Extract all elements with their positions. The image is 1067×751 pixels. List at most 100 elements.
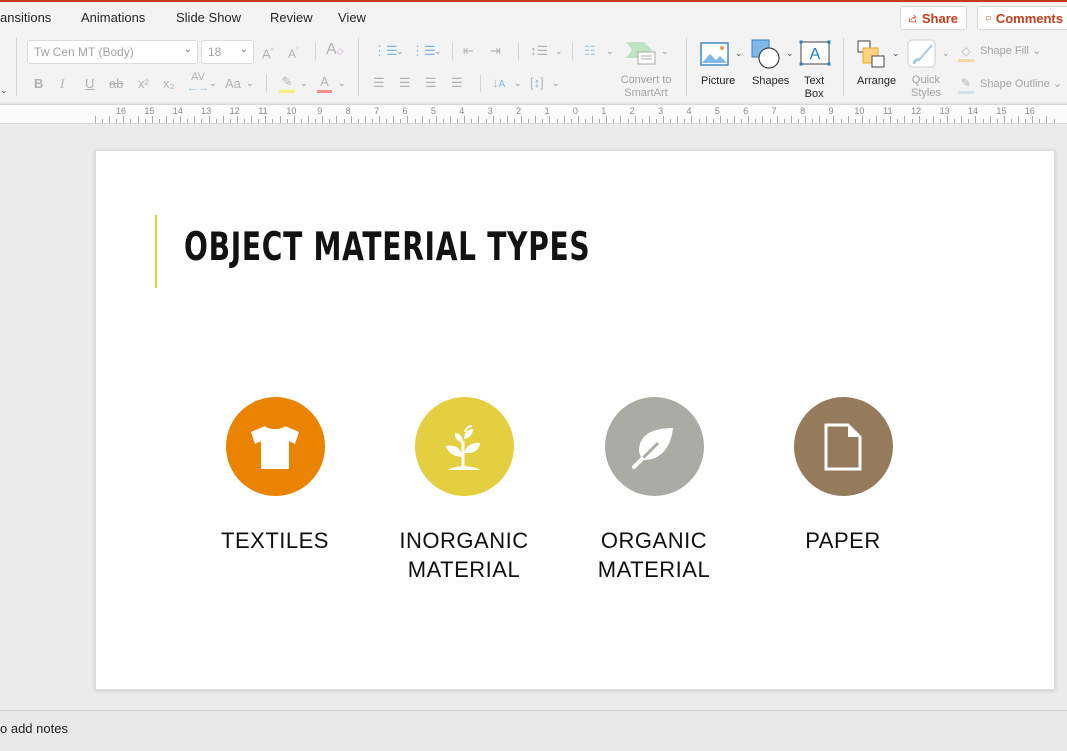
picture-icon[interactable]: [700, 42, 730, 66]
tab-slide-show[interactable]: Slide Show: [176, 10, 241, 25]
shapes-label[interactable]: Shapes: [752, 75, 789, 88]
superscript-icon[interactable]: x²: [138, 76, 149, 92]
arrange-icon[interactable]: [857, 40, 887, 68]
ruler-tick: [983, 119, 984, 123]
ruler-tick: [130, 119, 131, 123]
tab-transitions[interactable]: ansitions: [0, 10, 51, 25]
chevron-down-icon[interactable]: ⌄: [246, 78, 254, 89]
ruler-tick: [897, 119, 898, 123]
divider: [480, 74, 481, 92]
ruler-label: 12: [229, 106, 240, 116]
highlight-color-icon[interactable]: ✎: [279, 74, 295, 93]
slide[interactable]: OBJECT MATERIAL TYPES TEXTILES INORGANIC…: [95, 150, 1055, 690]
ruler-tick: [102, 119, 103, 123]
text-direction-icon[interactable]: ↓A: [492, 75, 505, 93]
ruler-label: 11: [258, 106, 268, 116]
convert-smartart-label[interactable]: Convert to SmartArt: [612, 74, 680, 100]
horizontal-ruler[interactable]: 16 15 14 13 12 11 10 9 8 7 6 5 4 3 2 1 0 1 2 3 4 5 6 7 8 9 10 11 12 1…: [0, 104, 1067, 124]
notes-pane[interactable]: o add notes: [0, 710, 1067, 751]
font-name-select[interactable]: Tw Cen MT (Body) ⌄: [27, 40, 198, 64]
ruler-tick: [230, 119, 231, 123]
ruler-tick: [1025, 119, 1026, 123]
chevron-down-icon: ⌄: [183, 44, 192, 55]
chevron-down-icon[interactable]: ⌄: [300, 78, 308, 89]
decrease-indent-icon[interactable]: ⇤: [463, 43, 474, 59]
material-item-paper[interactable]: PAPER: [753, 397, 933, 555]
chevron-down-icon[interactable]: ⌄: [606, 46, 614, 57]
ruler-tick: [223, 116, 224, 123]
slide-title[interactable]: OBJECT MATERIAL TYPES: [184, 225, 590, 270]
shape-fill-button[interactable]: Shape Fill ⌄: [980, 45, 1041, 58]
smartart-icon[interactable]: [624, 40, 658, 66]
share-button[interactable]: Share: [900, 6, 967, 30]
ruler-tick: [919, 116, 920, 123]
chevron-down-icon[interactable]: ⌄: [555, 46, 563, 57]
chevron-down-icon[interactable]: ⌄: [434, 46, 442, 57]
ruler-tick: [592, 116, 593, 123]
ruler-tick: [727, 119, 728, 123]
chevron-down-icon[interactable]: ⌄: [338, 78, 346, 89]
ruler-tick: [521, 116, 522, 123]
strikethrough-icon[interactable]: ab: [109, 76, 123, 92]
ruler-tick: [138, 116, 139, 123]
quick-styles-icon[interactable]: [907, 39, 937, 69]
shrink-font-icon[interactable]: Aˇ: [288, 44, 298, 62]
chevron-down-icon[interactable]: ⌄: [552, 78, 560, 89]
chevron-down-icon[interactable]: ⌄: [514, 78, 522, 89]
ruler-tick: [670, 119, 671, 123]
arrange-label[interactable]: Arrange: [857, 75, 896, 88]
align-text-icon[interactable]: [↕]: [530, 75, 544, 91]
tab-view[interactable]: View: [338, 10, 366, 25]
chevron-down-icon[interactable]: ⌄: [942, 48, 950, 59]
bullets-icon[interactable]: ⋮☰: [373, 43, 398, 59]
tab-review[interactable]: Review: [270, 10, 313, 25]
shape-outline-button[interactable]: Shape Outline ⌄: [980, 78, 1062, 91]
shape-fill-icon[interactable]: ◇: [958, 43, 974, 62]
picture-label[interactable]: Picture: [701, 75, 735, 88]
columns-icon[interactable]: ☷: [584, 43, 596, 59]
change-case-icon[interactable]: Aa: [225, 76, 241, 92]
clear-formatting-icon[interactable]: A◇: [326, 42, 344, 59]
chevron-down-icon[interactable]: ⌄: [209, 78, 217, 89]
underline-icon[interactable]: U: [85, 76, 94, 92]
bold-icon[interactable]: B: [34, 76, 43, 92]
chevron-down-icon[interactable]: ⌄: [661, 46, 669, 57]
align-left-icon[interactable]: ☰: [373, 75, 385, 91]
font-size-select[interactable]: 18 ⌄: [201, 40, 254, 64]
ruler-tick: [549, 116, 550, 123]
collapse-chevron-icon[interactable]: ⌄: [0, 82, 8, 98]
shape-outline-icon[interactable]: ✎: [958, 75, 974, 94]
italic-icon[interactable]: I: [60, 76, 64, 92]
ruler-tick: [961, 116, 962, 123]
ruler-tick: [294, 116, 295, 123]
numbering-icon[interactable]: ⋮☰: [411, 43, 436, 59]
material-item-organic[interactable]: ORGANIC MATERIAL: [564, 397, 744, 584]
chevron-down-icon[interactable]: ⌄: [892, 48, 900, 59]
chevron-down-icon[interactable]: ⌄: [735, 48, 743, 59]
subscript-icon[interactable]: x₂: [163, 76, 175, 92]
align-right-icon[interactable]: ☰: [425, 75, 437, 91]
increase-indent-icon[interactable]: ⇥: [490, 43, 501, 59]
quick-styles-label[interactable]: Quick Styles: [911, 74, 941, 100]
chevron-down-icon[interactable]: ⌄: [786, 48, 794, 59]
ruler-tick: [486, 119, 487, 123]
ruler-tick: [656, 119, 657, 123]
divider: [572, 42, 573, 60]
ruler-tick: [351, 116, 352, 123]
text-box-icon[interactable]: A: [799, 40, 831, 66]
material-item-inorganic[interactable]: INORGANIC MATERIAL: [374, 397, 554, 584]
shapes-icon[interactable]: [751, 39, 783, 69]
material-item-textiles[interactable]: TEXTILES: [185, 397, 365, 555]
tab-animations[interactable]: Animations: [81, 10, 145, 25]
chevron-down-icon[interactable]: ⌄: [396, 46, 404, 57]
grow-font-icon[interactable]: A^: [262, 44, 274, 62]
character-spacing-icon[interactable]: AV ←→: [187, 72, 209, 94]
comments-button[interactable]: Comments: [977, 6, 1067, 30]
align-center-icon[interactable]: ☰: [399, 75, 411, 91]
ruler-label: 1: [601, 106, 607, 116]
text-box-label[interactable]: Text Box: [804, 75, 824, 101]
line-spacing-icon[interactable]: ↕☰: [530, 43, 548, 59]
justify-icon[interactable]: ☰: [451, 75, 463, 91]
font-color-icon[interactable]: A: [317, 74, 332, 93]
ruler-tick: [372, 119, 373, 123]
